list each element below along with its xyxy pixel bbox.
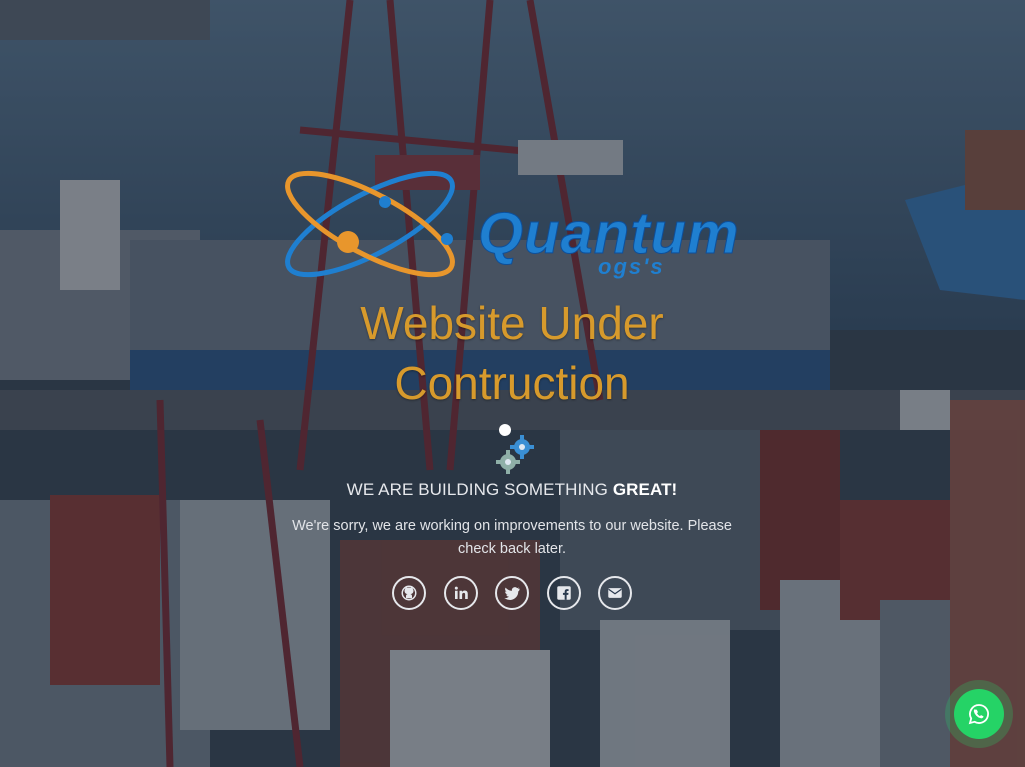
facebook-icon <box>556 586 571 600</box>
envelope-icon <box>608 588 622 598</box>
page-title: Website Under Contruction <box>262 293 762 413</box>
twitter-link[interactable] <box>495 576 529 610</box>
tagline-text: WE ARE BUILDING SOMETHING <box>346 480 608 499</box>
email-link[interactable] <box>598 576 632 610</box>
facebook-link[interactable] <box>546 576 581 610</box>
github-icon <box>401 585 417 601</box>
whatsapp-button[interactable] <box>945 680 1013 748</box>
tagline: WE ARE BUILDING SOMETHING GREAT! <box>262 480 762 500</box>
whatsapp-icon <box>968 704 989 725</box>
page-title-line-1: Website Under <box>360 297 664 349</box>
twitter-icon <box>504 587 520 600</box>
tagline-emphasis: GREAT! <box>612 480 678 499</box>
github-link[interactable] <box>392 576 426 610</box>
whatsapp-button-inner <box>954 689 1004 739</box>
linkedin-icon <box>454 586 468 599</box>
social-links <box>392 576 632 610</box>
apology-message: We're sorry, we are working on improveme… <box>292 518 732 557</box>
page-title-line-2: Contruction <box>394 357 630 409</box>
logo-subword: ogs's <box>598 254 665 279</box>
linkedin-link[interactable] <box>443 576 478 610</box>
gears-icon <box>496 424 534 474</box>
content: Quantum ogs's Website Under Contruction … <box>0 0 1025 767</box>
